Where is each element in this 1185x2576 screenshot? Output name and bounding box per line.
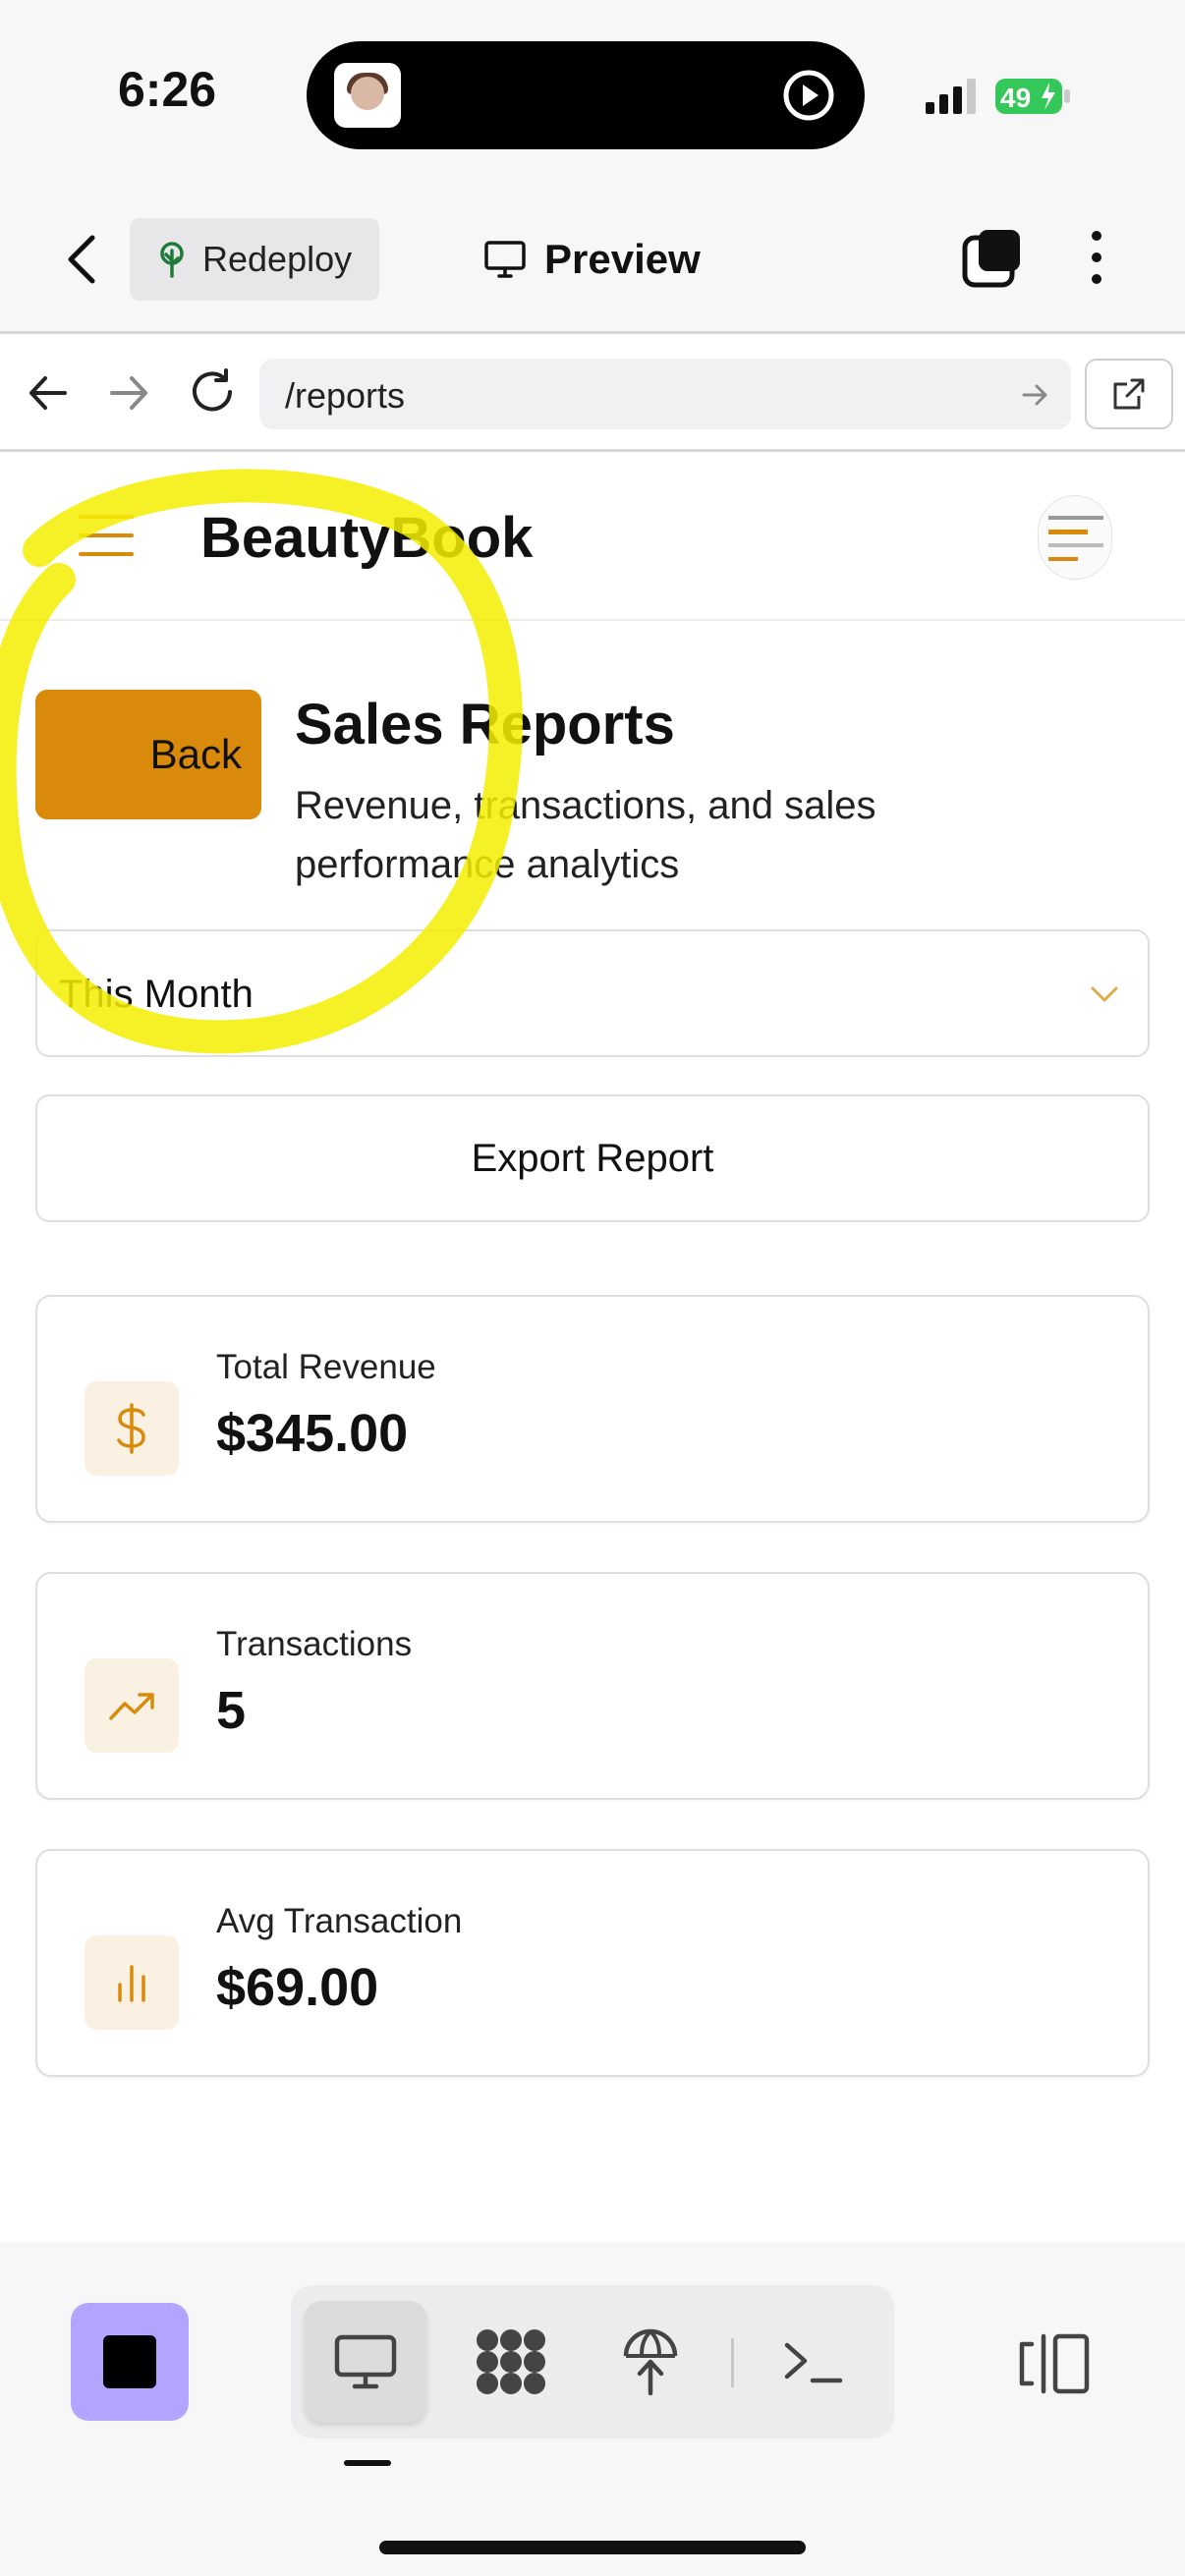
- arrow-left-icon[interactable]: [26, 370, 71, 416]
- stat-card-total-revenue: Total Revenue $345.00: [35, 1295, 1150, 1523]
- page-subtitle: Revenue, transactions, and sales perform…: [295, 784, 876, 886]
- now-playing-thumbnail: [334, 63, 401, 128]
- page-title: Sales Reports: [295, 693, 675, 756]
- terminal-icon: [784, 2342, 843, 2383]
- cellular-signal-icon: [926, 79, 976, 114]
- tool-integrations[interactable]: [450, 2301, 572, 2423]
- tree-icon: [160, 242, 184, 278]
- preview-label: Preview: [544, 236, 701, 282]
- status-bar: 6:26 49: [0, 0, 1185, 187]
- monitor-icon: [484, 241, 526, 278]
- bottom-toolbar: [0, 2242, 1185, 2576]
- period-select[interactable]: This Month: [35, 929, 1150, 1057]
- tabs-icon[interactable]: [961, 226, 1024, 289]
- reload-icon[interactable]: [187, 366, 238, 418]
- battery-icon: 49: [995, 79, 1070, 114]
- stat-card-transactions: Transactions 5: [35, 1572, 1150, 1800]
- open-external-button[interactable]: [1085, 359, 1173, 429]
- web-app-header: BeautyBook: [0, 454, 1185, 621]
- tool-divider: [731, 2338, 734, 2387]
- monitor-icon: [334, 2334, 397, 2389]
- card-value: $345.00: [216, 1404, 409, 1463]
- trending-up-icon: [85, 1658, 179, 1753]
- dynamic-island: [307, 41, 865, 149]
- back-button[interactable]: Back: [35, 690, 261, 819]
- dollar-icon: [85, 1381, 179, 1476]
- avatar[interactable]: [1038, 495, 1112, 580]
- active-tool-indicator: [344, 2460, 391, 2466]
- dots-grid-icon: [477, 2329, 545, 2394]
- stat-card-avg-transaction: Avg Transaction $69.00: [35, 1849, 1150, 2077]
- tool-terminal[interactable]: [753, 2301, 875, 2423]
- stop-icon: [103, 2335, 156, 2388]
- side-panel-icon[interactable]: [1018, 2332, 1091, 2395]
- url-text: /reports: [285, 375, 406, 416]
- url-bar: /reports: [0, 337, 1185, 452]
- more-options-icon[interactable]: [1077, 226, 1116, 289]
- chevron-down-icon: [1091, 986, 1118, 1002]
- bar-chart-icon: [85, 1935, 179, 2030]
- export-report-button[interactable]: Export Report: [35, 1094, 1150, 1222]
- preview-title[interactable]: Preview: [483, 228, 701, 291]
- deploy-icon: [623, 2328, 678, 2396]
- home-indicator: [379, 2541, 806, 2554]
- redeploy-label: Redeploy: [202, 239, 353, 279]
- svg-text:49: 49: [1000, 83, 1031, 113]
- external-link-icon: [1113, 378, 1145, 410]
- tool-deploy[interactable]: [590, 2301, 711, 2423]
- redeploy-button[interactable]: Redeploy: [130, 218, 379, 301]
- url-input[interactable]: /reports: [259, 359, 1071, 429]
- card-value: 5: [216, 1681, 247, 1740]
- status-time: 6:26: [118, 62, 217, 117]
- go-arrow-icon[interactable]: [1020, 380, 1049, 410]
- card-label: Transactions: [216, 1625, 413, 1663]
- hamburger-menu-icon[interactable]: [79, 513, 134, 558]
- tool-preview[interactable]: [305, 2301, 426, 2423]
- brand-title[interactable]: BeautyBook: [200, 505, 533, 571]
- tool-group: [291, 2285, 894, 2438]
- period-select-value: This Month: [59, 973, 254, 1016]
- card-label: Avg Transaction: [216, 1902, 463, 1940]
- card-label: Total Revenue: [216, 1348, 436, 1386]
- app-header: Redeploy Preview: [0, 187, 1185, 334]
- stop-button[interactable]: [71, 2303, 189, 2421]
- screen-recording-icon: [783, 70, 834, 121]
- card-value: $69.00: [216, 1958, 379, 2017]
- back-chevron-icon[interactable]: [61, 232, 104, 287]
- arrow-right-icon[interactable]: [106, 370, 151, 416]
